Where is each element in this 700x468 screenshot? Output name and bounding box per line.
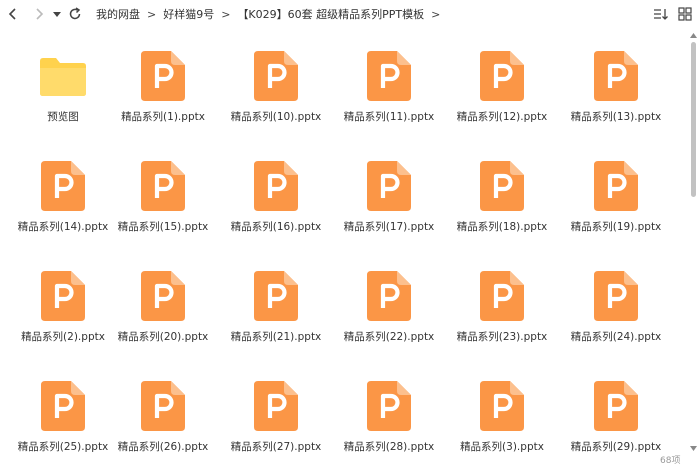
grid-view-icon: [678, 7, 692, 21]
vertical-scrollbar[interactable]: [689, 32, 698, 452]
file-item[interactable]: 精品系列(20).pptx: [108, 258, 218, 358]
breadcrumb-separator: >: [147, 7, 157, 21]
file-item[interactable]: 精品系列(23).pptx: [447, 258, 557, 358]
file-name-label: 精品系列(19).pptx: [570, 221, 662, 233]
file-item[interactable]: 精品系列(10).pptx: [221, 38, 331, 138]
breadcrumb-separator: >: [221, 7, 231, 21]
pptx-file-icon: [38, 380, 88, 432]
folder-icon: [38, 50, 88, 102]
pptx-file-icon: [38, 160, 88, 212]
file-item[interactable]: 精品系列(14).pptx: [8, 148, 118, 248]
file-item[interactable]: 精品系列(1).pptx: [108, 38, 218, 138]
file-name-label: 精品系列(27).pptx: [230, 441, 322, 453]
file-item[interactable]: 精品系列(16).pptx: [221, 148, 331, 248]
file-item[interactable]: 精品系列(22).pptx: [334, 258, 444, 358]
file-name-label: 精品系列(10).pptx: [230, 111, 322, 123]
file-item[interactable]: 精品系列(15).pptx: [108, 148, 218, 248]
file-item[interactable]: 精品系列(17).pptx: [334, 148, 444, 248]
file-item[interactable]: 精品系列(25).pptx: [8, 368, 118, 468]
file-item[interactable]: 精品系列(24).pptx: [561, 258, 671, 358]
file-item[interactable]: 精品系列(2).pptx: [8, 258, 118, 358]
file-name-label: 精品系列(28).pptx: [343, 441, 435, 453]
pptx-file-icon: [364, 50, 414, 102]
more-options-button[interactable]: [676, 5, 694, 23]
file-item[interactable]: 精品系列(28).pptx: [334, 368, 444, 468]
file-name-label: 精品系列(3).pptx: [460, 441, 544, 453]
forward-button[interactable]: [28, 3, 50, 25]
pptx-file-icon: [138, 380, 188, 432]
file-item[interactable]: 精品系列(21).pptx: [221, 258, 331, 358]
pptx-file-icon: [138, 50, 188, 102]
pptx-file-icon: [251, 270, 301, 322]
pptx-file-icon: [251, 50, 301, 102]
file-name-label: 精品系列(24).pptx: [570, 331, 662, 343]
pptx-file-icon: [364, 270, 414, 322]
chevron-right-icon: [36, 8, 44, 20]
file-item[interactable]: 精品系列(11).pptx: [334, 38, 444, 138]
pptx-file-icon: [591, 380, 641, 432]
file-item[interactable]: 精品系列(3).pptx: [447, 368, 557, 468]
pptx-file-icon: [477, 270, 527, 322]
pptx-file-icon: [364, 380, 414, 432]
breadcrumb: 我的网盘 > 好样猫9号 > 【K029】60套 超级精品系列PPT模板 >: [96, 6, 447, 22]
file-name-label: 精品系列(2).pptx: [21, 331, 105, 343]
breadcrumb-item-folder[interactable]: 好样猫9号: [163, 6, 214, 22]
file-name-label: 精品系列(21).pptx: [230, 331, 322, 343]
pptx-file-icon: [251, 160, 301, 212]
pptx-file-icon: [364, 160, 414, 212]
file-name-label: 精品系列(22).pptx: [343, 331, 435, 343]
item-count: 68项: [660, 456, 681, 466]
pptx-file-icon: [138, 270, 188, 322]
file-item[interactable]: 精品系列(13).pptx: [561, 38, 671, 138]
file-item[interactable]: 精品系列(12).pptx: [447, 38, 557, 138]
file-item[interactable]: 精品系列(19).pptx: [561, 148, 671, 248]
pptx-file-icon: [138, 160, 188, 212]
file-name-label: 精品系列(16).pptx: [230, 221, 322, 233]
breadcrumb-separator: >: [431, 7, 441, 21]
file-name-label: 精品系列(14).pptx: [17, 221, 109, 233]
refresh-icon: [69, 7, 81, 20]
pptx-file-icon: [591, 270, 641, 322]
pptx-file-icon: [251, 380, 301, 432]
pptx-file-icon: [38, 270, 88, 322]
file-name-label: 精品系列(12).pptx: [456, 111, 548, 123]
file-grid: 预览图 精品系列(1).pptx 精品系列(10).pptx 精品系列(11).ppt…: [0, 38, 690, 468]
file-item[interactable]: 精品系列(18).pptx: [447, 148, 557, 248]
file-name-label: 精品系列(15).pptx: [117, 221, 209, 233]
pptx-file-icon: [477, 50, 527, 102]
back-button[interactable]: [2, 3, 24, 25]
pptx-file-icon: [477, 380, 527, 432]
pptx-file-icon: [591, 50, 641, 102]
caret-down-icon: [53, 12, 61, 17]
file-name-label: 精品系列(20).pptx: [117, 331, 209, 343]
file-name-label: 精品系列(23).pptx: [456, 331, 548, 343]
pptx-file-icon: [477, 160, 527, 212]
breadcrumb-item-current[interactable]: 【K029】60套 超级精品系列PPT模板: [237, 6, 424, 22]
scroll-up-icon[interactable]: [690, 32, 697, 38]
file-name-label: 精品系列(1).pptx: [121, 111, 205, 123]
scroll-down-icon[interactable]: [690, 446, 697, 452]
sort-button[interactable]: [652, 5, 670, 23]
scrollbar-thumb[interactable]: [691, 42, 696, 197]
folder-item[interactable]: 预览图: [8, 38, 118, 138]
file-name-label: 精品系列(29).pptx: [570, 441, 662, 453]
breadcrumb-item-my-drive[interactable]: 我的网盘: [96, 6, 140, 22]
file-name-label: 精品系列(25).pptx: [17, 441, 109, 453]
file-name-label: 精品系列(11).pptx: [343, 111, 435, 123]
sort-list-icon: [654, 9, 668, 20]
toolbar: 我的网盘 > 好样猫9号 > 【K029】60套 超级精品系列PPT模板 >: [0, 0, 700, 28]
chevron-left-icon: [8, 8, 16, 20]
file-name-label: 精品系列(13).pptx: [570, 111, 662, 123]
file-name-label: 精品系列(26).pptx: [117, 441, 209, 453]
file-name-label: 预览图: [47, 111, 79, 123]
file-name-label: 精品系列(18).pptx: [456, 221, 548, 233]
file-item[interactable]: 精品系列(27).pptx: [221, 368, 331, 468]
history-dropdown-button[interactable]: [50, 3, 64, 25]
pptx-file-icon: [591, 160, 641, 212]
file-item[interactable]: 精品系列(29).pptx: [561, 368, 671, 468]
file-name-label: 精品系列(17).pptx: [343, 221, 435, 233]
file-item[interactable]: 精品系列(26).pptx: [108, 368, 218, 468]
refresh-button[interactable]: [64, 3, 86, 25]
